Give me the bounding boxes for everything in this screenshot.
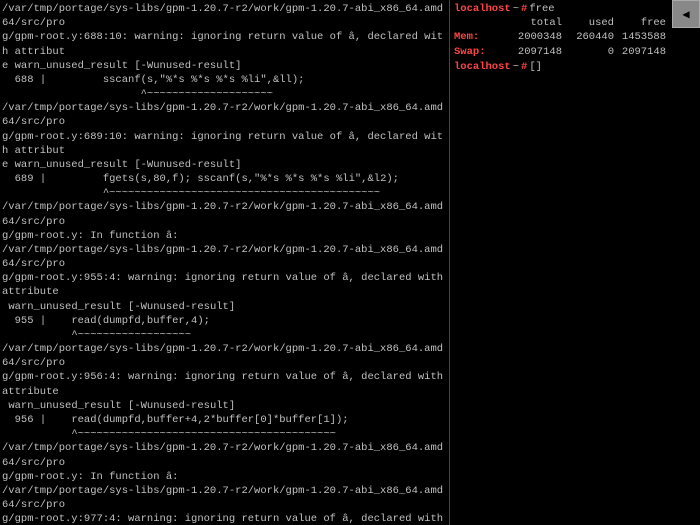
swap-total: 2097148: [502, 45, 562, 60]
mem-total: 2000348: [502, 30, 562, 45]
tilde-label-2: ~: [513, 60, 519, 74]
terminal-left: /var/tmp/portage/sys-libs/gpm-1.20.7-r2/…: [0, 0, 450, 525]
swap-row: Swap: 2097148 0 2097148: [454, 45, 668, 60]
free-command-output: localhost ~ # free total used free Mem: …: [450, 0, 672, 110]
mem-row: Mem: 2000348 260440 1453588: [454, 30, 668, 45]
free-command: free: [529, 2, 554, 16]
second-prompt: localhost ~ # []: [454, 60, 668, 74]
col-free: free: [614, 16, 666, 30]
right-bottom-panel: [450, 110, 700, 525]
swap-used: 0: [562, 45, 614, 60]
swap-free: 2097148: [614, 45, 666, 60]
prompt-symbol: #: [521, 2, 527, 16]
corner-button[interactable]: ◀: [672, 0, 700, 28]
mem-label: Mem:: [454, 30, 502, 45]
terminal-right: localhost ~ # free total used free Mem: …: [450, 0, 700, 525]
swap-label: Swap:: [454, 45, 502, 60]
tilde-label: ~: [513, 2, 519, 16]
hostname-label-2: localhost: [454, 60, 511, 74]
col-used: used: [562, 16, 614, 30]
mem-free: 1453588: [614, 30, 666, 45]
second-command: []: [529, 60, 542, 74]
col-headers: total used free: [502, 16, 668, 30]
col-total: total: [502, 16, 562, 30]
hostname-label: localhost: [454, 2, 511, 16]
mem-used: 260440: [562, 30, 614, 45]
prompt-symbol-2: #: [521, 60, 527, 74]
